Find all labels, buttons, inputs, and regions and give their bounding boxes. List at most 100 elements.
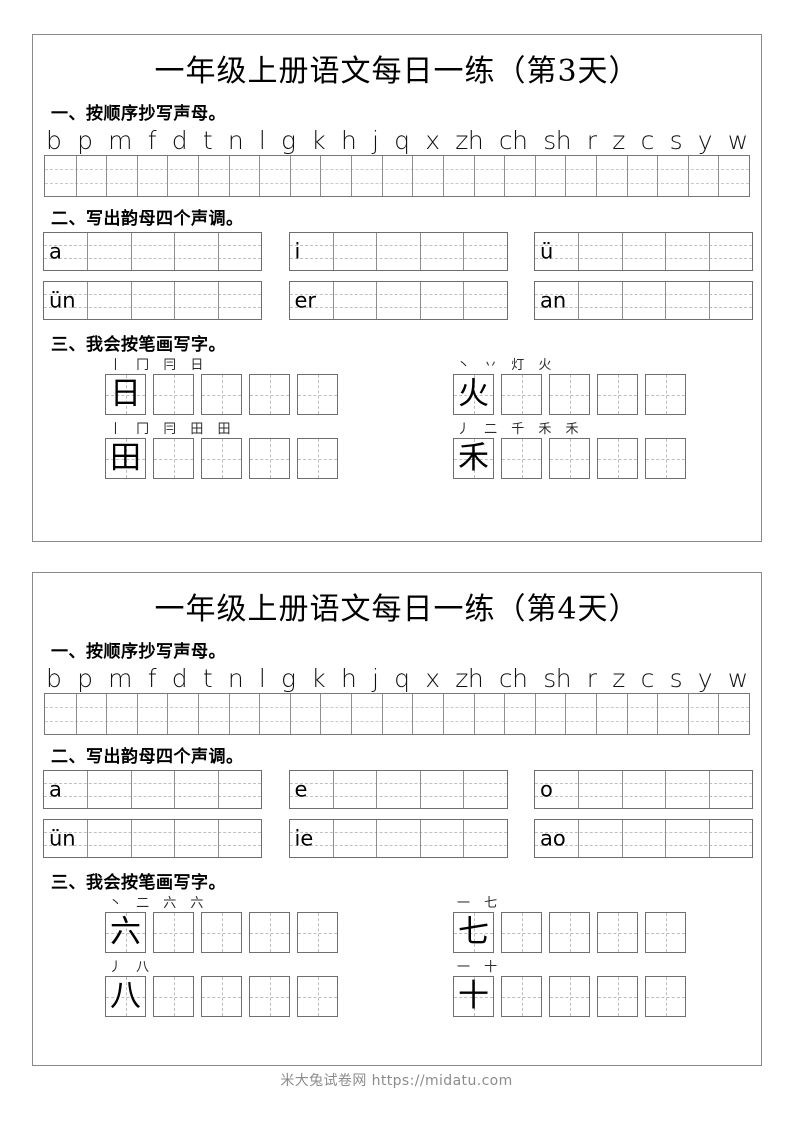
tianzige-box[interactable] [549,912,590,953]
model-character: 七 [458,914,489,950]
pinyin-cell-divider [665,282,667,319]
tianzige-row: 禾 [453,438,753,479]
tone-practice-box[interactable]: e [288,770,508,809]
tianzige-box[interactable] [501,438,542,479]
character-row: 丨 冂 冃 田 田田丿 二 千 禾 禾禾 [43,422,753,486]
tianzige-box[interactable] [501,976,542,1017]
tianzige-box[interactable]: 日 [105,374,146,415]
consonant-writing-strip-1[interactable] [44,155,750,197]
consonant-letter: n [227,664,244,693]
tone-practice-box[interactable]: ün [43,819,262,858]
tianzige-box[interactable]: 十 [453,976,494,1017]
tianzige-vertical-guide [617,439,619,478]
tianzige-box[interactable] [645,438,686,479]
tianzige-box[interactable]: 禾 [453,438,494,479]
pinyin-cell-divider [289,156,291,196]
tone-practice-box[interactable]: ün [43,281,262,320]
tianzige-box[interactable] [201,374,242,415]
pinyin-cell-divider [106,694,108,734]
pinyin-cell-divider [534,694,536,734]
tone-practice-box[interactable]: ü [534,232,753,271]
tianzige-box[interactable] [645,976,686,1017]
tianzige-box[interactable] [501,374,542,415]
section3-heading-2: 三、我会按笔画写字。 [51,873,226,893]
title-row-2: 一年级上册语文每日一练（第4天） [43,573,751,630]
tianzige-box[interactable]: 七 [453,912,494,953]
pinyin-cell-divider [419,771,421,808]
pinyin-cell-divider [320,694,322,734]
tianzige-box[interactable] [297,912,338,953]
pinyin-cell-divider [504,156,506,196]
pinyin-cell-divider [217,233,219,270]
model-character: 禾 [458,440,489,476]
stroke-order-sequence: 丨 冂 冃 田 田 [109,422,236,437]
pinyin-cell-divider [174,771,176,808]
tianzige-box[interactable] [249,438,290,479]
consonant-letter: l [258,126,266,155]
tianzige-box[interactable] [645,374,686,415]
pinyin-cell-divider [381,156,383,196]
pinyin-guide-line [535,306,752,308]
tianzige-box[interactable] [153,374,194,415]
pinyin-guide-line [44,294,261,296]
tianzige-box[interactable] [549,438,590,479]
tianzige-box[interactable] [297,976,338,1017]
pinyin-cell-divider [419,233,421,270]
tone-practice-box[interactable]: ao [534,819,753,858]
tone-practice-box[interactable]: a [43,770,262,809]
tianzige-box[interactable] [249,374,290,415]
tone-practice-box[interactable]: er [288,281,508,320]
tianzige-box[interactable] [549,374,590,415]
tianzige-box[interactable]: 火 [453,374,494,415]
page-title: 一年级上册语文每日一练（第3天） [154,54,640,89]
tianzige-box[interactable] [597,438,638,479]
tianzige-vertical-guide [617,977,619,1016]
tone-practice-box[interactable]: i [288,232,508,271]
tianzige-box[interactable] [249,912,290,953]
consonant-letter: y [697,664,713,693]
tianzige-box[interactable] [297,438,338,479]
tianzige-box[interactable] [297,374,338,415]
pinyin-cell-divider [332,820,334,857]
consonant-writing-strip-2[interactable] [44,693,750,735]
tianzige-box[interactable] [153,912,194,953]
tianzige-box[interactable] [501,912,542,953]
stroke-order-sequence: 丶 丷 灯 火 [457,358,557,373]
tianzige-box[interactable] [549,976,590,1017]
tone-practice-box[interactable]: a [43,232,262,271]
pinyin-cell-divider [463,233,465,270]
section2-heading-2: 二、写出韵母四个声调。 [51,747,244,767]
pinyin-cell-divider [442,156,444,196]
pinyin-cell-divider [217,771,219,808]
worksheet-card-day3: 一年级上册语文每日一练（第3天） 一、按顺序抄写声母。 bpmfdtnlgkhj… [32,34,762,542]
tianzige-box[interactable] [153,976,194,1017]
tianzige-box[interactable]: 八 [105,976,146,1017]
pinyin-guide-line [535,257,752,259]
tianzige-box[interactable] [201,438,242,479]
tianzige-box[interactable] [201,912,242,953]
tone-practice-box[interactable]: o [534,770,753,809]
pinyin-cell-divider [376,820,378,857]
tone-practice-box[interactable]: ie [288,819,508,858]
consonant-letter: zh [455,126,484,155]
pinyin-cell-divider [595,694,597,734]
tianzige-box[interactable] [597,912,638,953]
consonant-letter: r [586,664,597,693]
tianzige-vertical-guide [617,375,619,414]
tianzige-box[interactable] [249,976,290,1017]
vowel-label: ao [540,826,566,850]
consonant-letters-row-1: b p m f d t n l g k h j q x zh ch sh r z c s y w [44,127,750,155]
tianzige-box[interactable]: 田 [105,438,146,479]
pinyin-cell-divider [463,820,465,857]
tianzige-box[interactable]: 六 [105,912,146,953]
tianzige-box[interactable] [153,438,194,479]
pinyin-cell-divider [708,820,710,857]
tianzige-box[interactable] [645,912,686,953]
tianzige-box[interactable] [597,976,638,1017]
consonant-letter: b [46,126,62,155]
tone-practice-box[interactable]: an [534,281,753,320]
pinyin-cell-divider [198,156,200,196]
consonant-letter: s [669,126,683,155]
tianzige-box[interactable] [201,976,242,1017]
tianzige-box[interactable] [597,374,638,415]
